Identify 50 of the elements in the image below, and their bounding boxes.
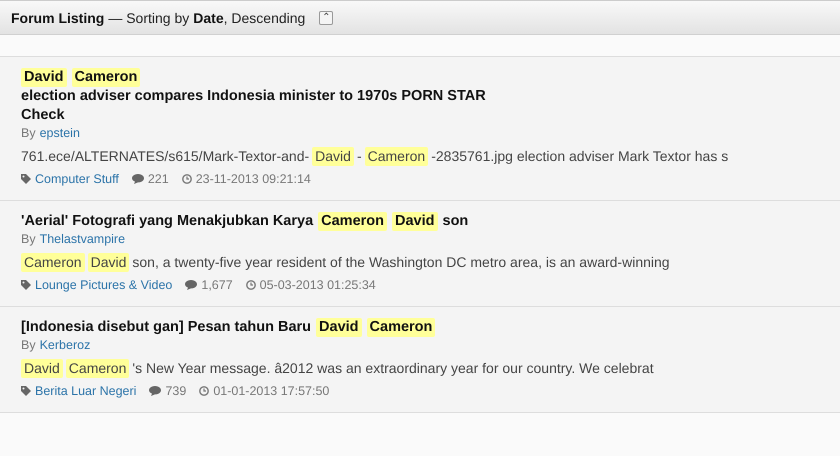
author-link[interactable]: Kerberoz xyxy=(40,338,90,352)
snippet-text: - xyxy=(356,147,362,166)
post-title[interactable]: son xyxy=(442,212,468,231)
highlighted-term: Cameron xyxy=(366,318,436,337)
tag-icon xyxy=(21,174,31,184)
sort-order: , Descending xyxy=(224,10,306,26)
clock-icon xyxy=(199,386,210,396)
sort-label: — Sorting by xyxy=(108,10,190,26)
sort-field: Date xyxy=(193,10,224,26)
highlighted-term: David xyxy=(392,212,438,231)
comment-icon xyxy=(132,174,144,184)
snippet-text: -2835761.jpg election adviser Mark Textor has s xyxy=(431,147,728,166)
reply-count: 221 xyxy=(148,172,169,186)
forum-link[interactable]: Computer Stuff xyxy=(35,172,119,186)
post-title[interactable]: election adviser compares Indonesia minister to 1970s PORN STAR Check xyxy=(21,87,511,125)
highlighted-term: David xyxy=(88,253,130,272)
by-label: By xyxy=(21,232,36,246)
highlighted-term: Cameron xyxy=(21,253,85,272)
highlighted-term: Cameron xyxy=(364,147,428,166)
snippet-text: 's New Year message. â2012 was an extraordinary year for our country. We celebrat xyxy=(132,359,654,378)
forum-link[interactable]: Lounge Pictures & Video xyxy=(35,278,172,292)
highlighted-term: Cameron xyxy=(318,212,387,231)
author-link[interactable]: Thelastvampire xyxy=(40,232,126,246)
by-label: By xyxy=(21,338,36,352)
by-label: By xyxy=(21,126,36,140)
highlighted-term: Cameron xyxy=(66,359,130,378)
highlighted-term: David xyxy=(21,68,66,87)
post-title[interactable]: 'Aerial' Fotografi yang Menakjubkan Karya xyxy=(21,212,314,231)
tag-icon xyxy=(21,280,31,290)
post-date: 05-03-2013 01:25:34 xyxy=(260,278,376,292)
collapse-button[interactable]: ⌃ xyxy=(319,10,334,24)
tag-icon xyxy=(21,386,31,396)
post-date: 01-01-2013 17:57:50 xyxy=(213,384,330,398)
post-date: 23-11-2013 09:21:14 xyxy=(196,172,311,186)
highlighted-term: David xyxy=(316,318,362,337)
post-title[interactable]: [Indonesia disebut gan] Pesan tahun Baru xyxy=(21,318,312,337)
highlighted-term: David xyxy=(21,359,63,378)
comment-icon xyxy=(185,280,198,290)
clock-icon xyxy=(182,174,192,184)
highlighted-term: David xyxy=(312,147,354,166)
snippet-text: son, a twenty-five year resident of the Washington DC metro area, is an award-winning xyxy=(132,253,670,272)
snippet-text: 761.ece/ALTERNATES/s615/Mark-Textor-and- xyxy=(21,147,310,166)
comment-icon xyxy=(149,386,162,396)
author-link[interactable]: epstein xyxy=(40,126,80,140)
listing-title: Forum Listing xyxy=(11,10,104,26)
clock-icon xyxy=(246,280,256,290)
reply-count: 1,677 xyxy=(201,278,233,292)
reply-count: 739 xyxy=(165,384,186,398)
forum-link[interactable]: Berita Luar Negeri xyxy=(35,384,136,398)
highlighted-term: Cameron xyxy=(72,68,140,87)
